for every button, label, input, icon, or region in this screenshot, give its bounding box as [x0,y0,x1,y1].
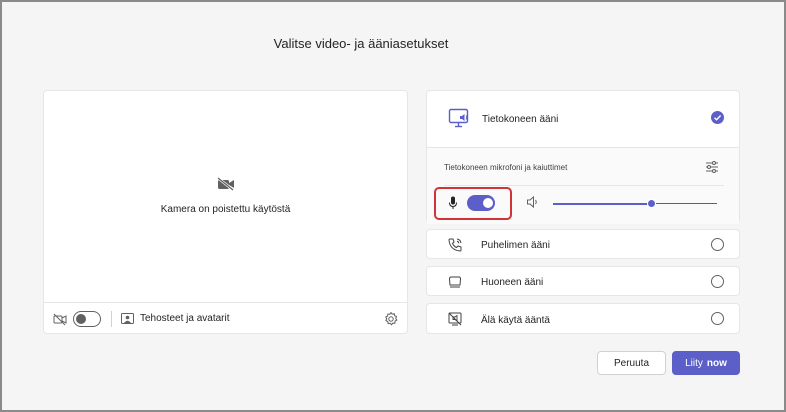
computer-audio-selected-check[interactable] [711,111,724,124]
controls-divider [111,311,112,327]
microphone-toggle-knob [483,198,493,208]
camera-off-small-icon [53,313,67,326]
effects-icon [121,313,134,324]
phone-icon [448,238,462,252]
settings-divider [444,185,724,186]
camera-preview-panel: Kamera on poistettu käytöstä Tehosteet j… [43,90,408,334]
phone-audio-label: Puhelimen ääni [481,240,550,251]
gear-icon[interactable] [383,311,399,327]
speaker-volume-icon [527,195,537,209]
camera-controls-bar: Tehosteet ja avatarit [44,302,407,335]
camera-off-icon [216,177,234,191]
room-audio-radio[interactable] [711,275,724,288]
computer-audio-option[interactable]: Tietokoneen ääni Tietokoneen mikrofoni j… [426,90,740,224]
room-audio-label: Huoneen ääni [481,277,544,288]
room-audio-icon [448,276,462,288]
checkmark-icon [714,115,722,121]
camera-toggle[interactable] [73,311,101,327]
microphone-icon [449,196,457,209]
computer-audio-label: Tietokoneen ääni [482,114,559,125]
no-audio-option[interactable]: Älä käytä ääntä [426,303,740,334]
join-label: Liity [685,357,703,369]
phone-audio-radio[interactable] [711,238,724,251]
no-audio-label: Älä käytä ääntä [481,315,550,326]
camera-off-text: Kamera on poistettu käytöstä [160,204,291,215]
join-suffix: now [706,357,727,369]
device-settings-sliders-icon[interactable] [705,160,719,174]
computer-audio-settings: Tietokoneen mikrofoni ja kaiuttimet [427,147,739,224]
room-audio-option[interactable]: Huoneen ääni [426,266,740,296]
camera-off-area: Kamera on poistettu käytöstä [44,177,407,215]
dialog-title: Valitse video- ja ääniasetukset [273,36,449,51]
volume-slider-fill [553,203,651,205]
computer-audio-row[interactable]: Tietokoneen ääni [427,91,739,147]
join-now-button[interactable]: Liity now [672,351,740,375]
cancel-button[interactable]: Peruuta [597,351,666,375]
device-label: Tietokoneen mikrofoni ja kaiuttimet [444,163,568,172]
no-audio-radio[interactable] [711,312,724,325]
microphone-toggle[interactable] [467,195,495,211]
camera-toggle-knob [76,314,86,324]
effects-and-avatars-button[interactable]: Tehosteet ja avatarit [140,313,230,324]
no-audio-icon [448,312,462,326]
computer-audio-icon [448,108,469,128]
volume-slider-thumb[interactable] [647,199,656,208]
phone-audio-option[interactable]: Puhelimen ääni [426,229,740,259]
